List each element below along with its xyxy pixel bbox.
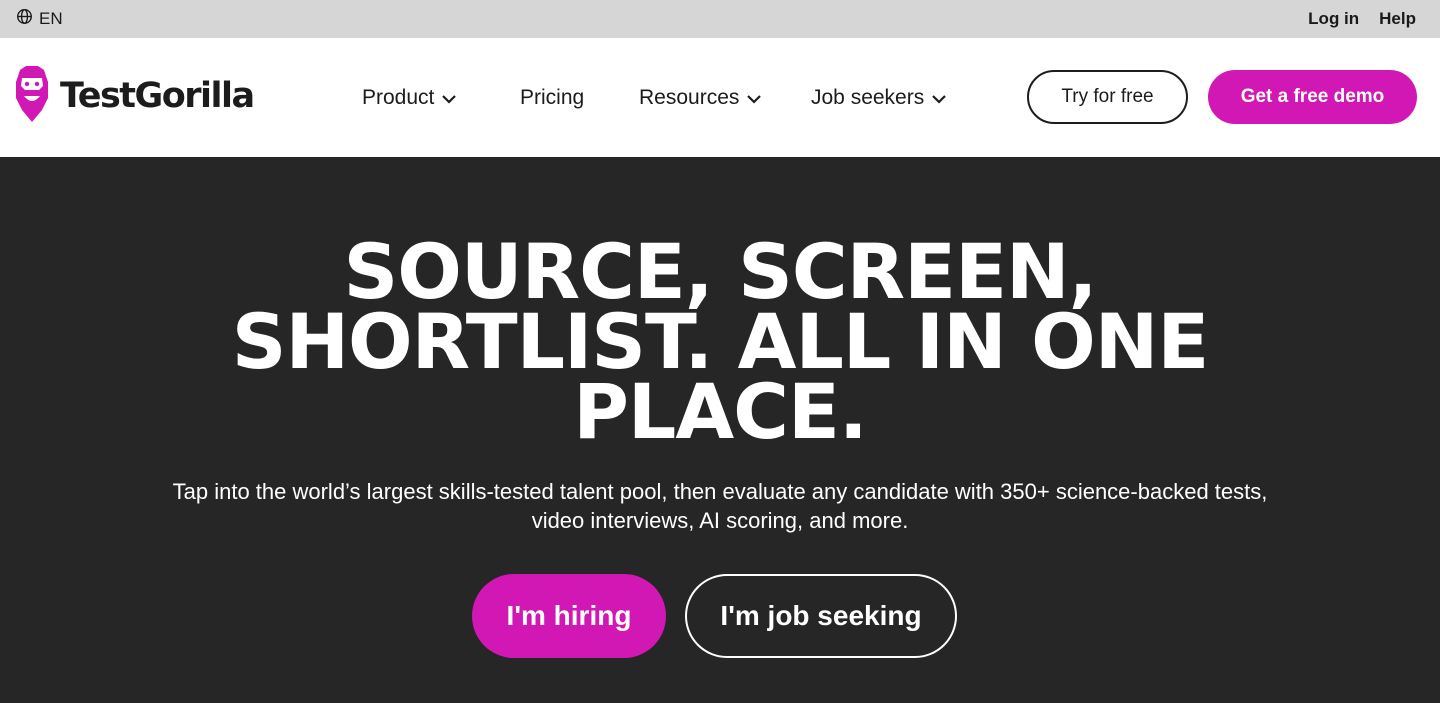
chevron-down-icon [932,86,947,110]
get-free-demo-button[interactable]: Get a free demo [1208,70,1417,124]
nav-item-label: Product [362,86,435,109]
im-job-seeking-button[interactable]: I'm job seeking [685,574,957,658]
gorilla-logo-icon [12,64,52,129]
utility-links: Log in Help [1308,9,1416,29]
try-for-free-button[interactable]: Try for free [1027,70,1188,124]
hero-section: SOURCE, SCREEN, SHORTLIST. ALL IN ONE PL… [0,157,1440,703]
help-link[interactable]: Help [1379,9,1416,29]
nav-item-label: Resources [639,86,740,109]
utility-bar: EN Log in Help [0,0,1440,38]
nav-item-label: Job seekers [811,86,925,109]
nav-item-resources[interactable]: Resources [639,86,762,110]
nav-item-job-seekers[interactable]: Job seekers [811,86,947,110]
logo-text: TestGorilla [60,76,255,116]
login-link[interactable]: Log in [1308,9,1359,29]
hero-headline: SOURCE, SCREEN, SHORTLIST. ALL IN ONE PL… [120,234,1320,456]
nav-item-label: Pricing [520,86,585,109]
im-hiring-button[interactable]: I'm hiring [472,574,666,658]
nav-item-product[interactable]: Product [362,86,457,110]
nav-item-pricing[interactable]: Pricing [520,86,584,110]
hero-subtext: Tap into the world’s largest skills-test… [172,479,1268,533]
chevron-down-icon [442,86,457,110]
headline-line-3: PLACE. [573,367,868,456]
logo[interactable]: TestGorilla [12,64,255,129]
language-selector[interactable]: EN [16,8,63,30]
main-nav: TestGorilla Product Pricing Resources Jo… [0,38,1440,157]
globe-icon [16,8,33,30]
language-label: EN [39,9,63,28]
chevron-down-icon [747,86,762,110]
